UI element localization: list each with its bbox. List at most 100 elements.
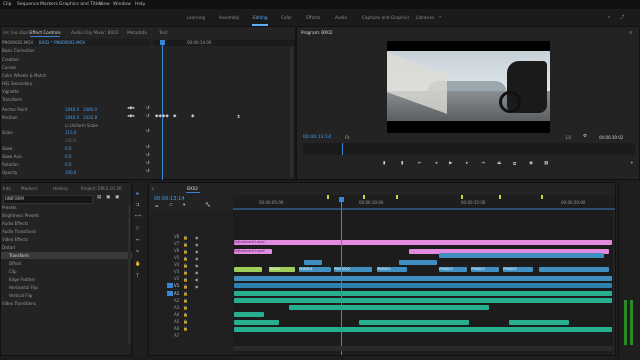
marker[interactable] — [396, 195, 398, 199]
tab-audio-clip-mixer[interactable]: Audio Clip Mixer: BX02 — [71, 30, 119, 35]
list-item[interactable]: Vertical Flip — [9, 293, 32, 298]
track-label-v8[interactable]: V8 — [174, 234, 179, 239]
video-clip[interactable] — [539, 267, 609, 272]
marker[interactable] — [499, 195, 501, 199]
wrench-icon[interactable]: 🔧 — [205, 203, 211, 208]
track-label-v6[interactable]: V6 — [174, 248, 179, 253]
workspace-editing[interactable]: Editing — [253, 15, 268, 20]
track-label-v7[interactable]: V7 — [174, 241, 179, 246]
a1-source-patch[interactable] — [167, 291, 173, 296]
track-label-v1[interactable]: V1 — [174, 283, 179, 288]
effect-scrollbar[interactable] — [290, 47, 293, 177]
audio-clip[interactable] — [359, 320, 469, 325]
reset-icon[interactable]: ↺ — [146, 145, 150, 150]
workspace-captions[interactable]: Captions and Graphics — [362, 15, 409, 20]
track-label-v2[interactable]: V2 — [174, 276, 179, 281]
keyframe-diamond[interactable]: ◆ — [173, 114, 176, 119]
list-item[interactable]: Edge Feather — [9, 277, 36, 282]
property-value[interactable]: 100.0 — [65, 138, 76, 143]
property-value[interactable]: 115.0 — [65, 130, 76, 135]
step-back-icon[interactable]: ◂ — [435, 161, 437, 166]
audio-clip[interactable] — [234, 320, 279, 325]
tab-project[interactable]: Project: EPLS 10 20 — [81, 186, 122, 191]
mark-in-icon[interactable]: ▮ — [383, 161, 385, 166]
section-transform[interactable]: Transform — [2, 97, 22, 102]
menu-markers[interactable]: Markers — [40, 2, 58, 7]
go-to-in-icon[interactable]: ⇤ — [418, 161, 422, 166]
audio-clip[interactable] — [509, 320, 569, 325]
video-clip[interactable]: PN0003 — [471, 267, 499, 272]
track-label-a4[interactable]: A4 — [174, 312, 179, 317]
adjustment-layer-clip[interactable]: Adjustment Layer — [234, 240, 612, 245]
tab-text[interactable]: Text — [159, 30, 167, 35]
keyframe-diamond[interactable]: ◆ — [191, 114, 194, 119]
panel-menu-icon[interactable]: ≡ — [629, 30, 633, 35]
track-label-v3[interactable]: V3 — [174, 269, 179, 274]
video-clip[interactable] — [439, 253, 604, 258]
step-forward-icon[interactable]: ▸ — [466, 161, 468, 166]
workspace-audio[interactable]: Audio — [335, 15, 347, 20]
tab-info[interactable]: Info — [3, 186, 11, 191]
track-lock-column[interactable]: 🔒 🔒 🔒 🔒 🔒 🔒 🔒 🔒 🔒 🔒 🔒 🔒 🔒 🔒 — [183, 234, 193, 338]
menu-window[interactable]: Window — [113, 2, 131, 7]
marker[interactable] — [541, 195, 543, 199]
tab-effect-controls[interactable]: Effect Controls — [30, 30, 61, 35]
track-label-a6[interactable]: A6 — [174, 326, 179, 331]
list-item[interactable]: Distort — [2, 245, 16, 250]
comparison-view-icon[interactable]: ▦ — [544, 161, 548, 166]
extract-icon[interactable]: ⧉ — [513, 161, 516, 167]
pen-icon[interactable]: ✎ — [135, 250, 140, 255]
menu-graphics[interactable]: Graphics and Titles — [59, 2, 102, 7]
video-clip-v1[interactable] — [234, 283, 612, 288]
reset-icon[interactable]: ↺ — [146, 106, 150, 111]
video-clip[interactable]: PN00002 — [334, 267, 372, 272]
ripple-edit-icon[interactable]: ⟷ — [135, 214, 141, 219]
property-value[interactable]: 1940.0 — [65, 107, 79, 112]
adjustment-layer-clip[interactable]: Adjustment Layer — [234, 249, 272, 254]
workspace-effects[interactable]: Effects — [306, 15, 320, 20]
tab-metadata[interactable]: Metadata — [127, 30, 147, 35]
list-item[interactable]: Presets — [2, 205, 17, 210]
accelerated-icon[interactable]: ▣ — [106, 195, 110, 200]
workspace-color[interactable]: Color — [281, 15, 292, 20]
type-tool-icon[interactable]: T — [135, 274, 140, 279]
menu-view[interactable]: View — [99, 2, 110, 7]
property-value[interactable]: 100.0 — [65, 170, 76, 175]
audio-clip[interactable] — [234, 327, 612, 332]
track-label-a2[interactable]: A2 — [174, 298, 179, 303]
program-title[interactable]: Program: BX02 — [301, 30, 332, 35]
video-clip[interactable]: PN0003 — [439, 267, 467, 272]
timeline-zoom-scrollbar[interactable] — [233, 346, 613, 351]
fit-dropdown[interactable]: Fit — [345, 135, 350, 140]
track-select-icon[interactable]: ⇉ — [135, 203, 140, 208]
reset-icon[interactable]: ↺ — [146, 114, 150, 119]
tab-markers[interactable]: Markers — [21, 186, 38, 191]
razor-icon[interactable]: ◇ — [135, 226, 140, 231]
reset-icon[interactable]: ↺ — [146, 161, 150, 166]
tab-source[interactable]: ce: (no clips) — [3, 30, 30, 35]
add-marker-icon[interactable]: ▾ — [183, 203, 185, 208]
timeline-playhead-handle[interactable] — [339, 197, 344, 202]
marker[interactable] — [461, 195, 463, 199]
video-clip[interactable]: PN0002 — [377, 267, 407, 272]
clip-path[interactable]: BX02 * PN000002.MOV — [39, 40, 85, 45]
audio-clip[interactable] — [234, 298, 612, 303]
keyframe-diamond[interactable]: ⧗ — [237, 114, 240, 120]
video-clip[interactable] — [234, 276, 612, 281]
property-value[interactable]: 1940.0 — [65, 115, 79, 120]
track-label-a1[interactable]: A1 — [174, 291, 179, 296]
quick-export-icon[interactable]: ⤴ — [620, 14, 624, 20]
tab-close-icon[interactable]: × — [151, 186, 155, 191]
property-value[interactable]: 0.0 — [65, 162, 71, 167]
new-bin-icon[interactable]: ▤ — [97, 195, 101, 200]
workspace-libraries[interactable]: Libraries — [416, 15, 434, 20]
lift-icon[interactable]: ⏏ — [497, 161, 501, 166]
slip-icon[interactable]: ↔ — [135, 238, 140, 243]
export-frame-icon[interactable]: ◉ — [529, 161, 533, 166]
uniform-scale-checkbox[interactable]: ☑ Uniform Scale — [65, 123, 98, 128]
video-clip[interactable]: TRACK — [269, 267, 295, 272]
reset-icon[interactable]: ↺ — [146, 153, 150, 158]
menu-sequence[interactable]: Sequence — [17, 2, 39, 7]
video-clip[interactable] — [304, 260, 322, 265]
workspace-menu-icon[interactable]: » — [439, 14, 442, 19]
